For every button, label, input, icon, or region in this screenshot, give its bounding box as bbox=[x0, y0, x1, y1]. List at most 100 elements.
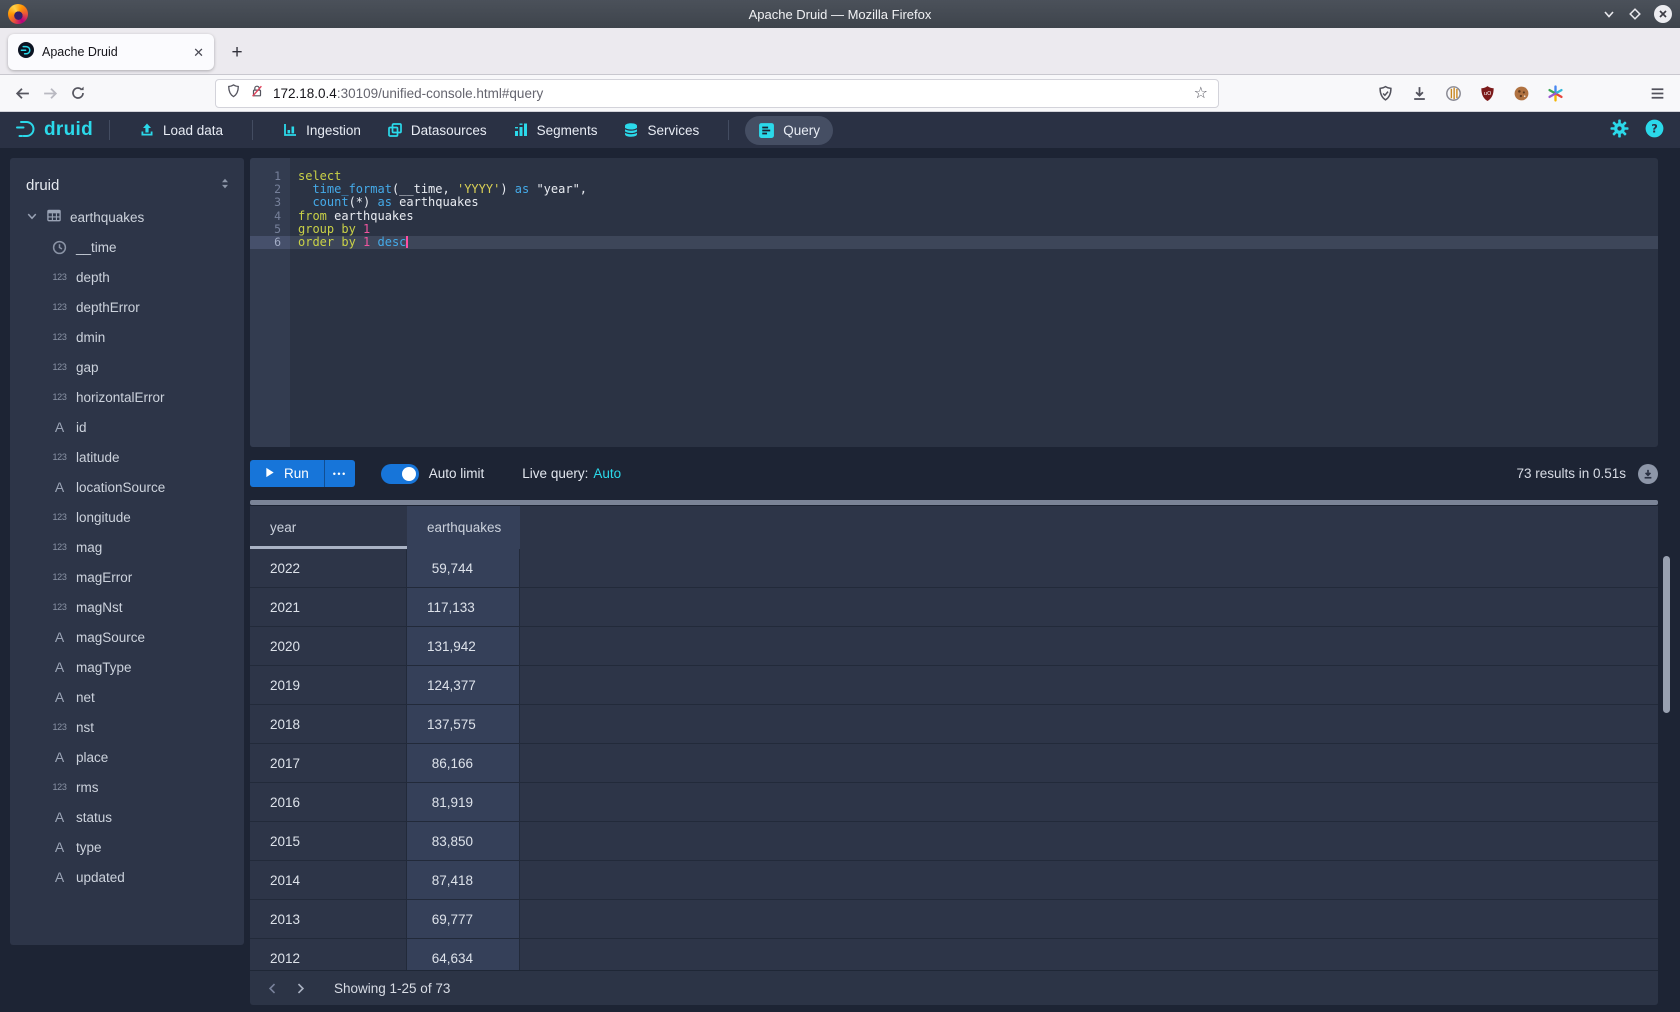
close-icon[interactable] bbox=[1654, 5, 1672, 23]
column-magNst[interactable]: 123magNst bbox=[10, 592, 244, 622]
ublock-extension-icon[interactable]: uO bbox=[1478, 85, 1496, 103]
nav-query[interactable]: Query bbox=[745, 116, 833, 145]
code-line-4[interactable]: from earthquakes bbox=[290, 210, 1658, 223]
editor-code[interactable]: select time_format(__time, 'YYYY') as "y… bbox=[290, 170, 1658, 249]
code-line-2[interactable]: time_format(__time, 'YYYY') as "year", bbox=[290, 183, 1658, 196]
column-magError[interactable]: 123magError bbox=[10, 562, 244, 592]
cell-year[interactable]: 2020 bbox=[250, 627, 407, 665]
cell-year[interactable]: 2014 bbox=[250, 861, 407, 899]
column-__time[interactable]: __time bbox=[10, 232, 244, 262]
column-dmin[interactable]: 123dmin bbox=[10, 322, 244, 352]
url-text[interactable]: 172.18.0.4:30109/unified-console.html#qu… bbox=[273, 86, 1185, 101]
browser-tab[interactable]: Apache Druid ✕ bbox=[8, 34, 214, 70]
datasource-earthquakes[interactable]: earthquakes bbox=[10, 202, 244, 232]
cell-year[interactable]: 2016 bbox=[250, 783, 407, 821]
nav-services[interactable]: Services bbox=[610, 116, 712, 144]
column-list: __time123depth123depthError123dmin123gap… bbox=[10, 232, 244, 892]
download-results-icon[interactable] bbox=[1638, 464, 1658, 484]
nav-segments[interactable]: Segments bbox=[500, 116, 611, 144]
protections-shield-icon[interactable] bbox=[1376, 85, 1394, 103]
column-gap[interactable]: 123gap bbox=[10, 352, 244, 382]
column-nst[interactable]: 123nst bbox=[10, 712, 244, 742]
cell-earthquakes[interactable]: 83,850 bbox=[407, 822, 520, 860]
column-depth[interactable]: 123depth bbox=[10, 262, 244, 292]
auto-limit-toggle[interactable] bbox=[381, 464, 419, 484]
back-icon[interactable] bbox=[8, 79, 36, 107]
sql-editor[interactable]: 123456 select time_format(__time, 'YYYY'… bbox=[250, 158, 1658, 447]
double-caret-sort-icon[interactable] bbox=[218, 176, 232, 194]
page-next-icon[interactable] bbox=[286, 974, 314, 1002]
nav-ingestion[interactable]: Ingestion bbox=[269, 116, 374, 144]
column-header-earthquakes[interactable]: earthquakes bbox=[407, 506, 520, 549]
settings-gear-icon[interactable] bbox=[1610, 119, 1629, 141]
table-row-2018: 2018137,575 bbox=[250, 705, 1658, 744]
cell-earthquakes[interactable]: 81,919 bbox=[407, 783, 520, 821]
column-place[interactable]: Aplace bbox=[10, 742, 244, 772]
cell-year[interactable]: 2015 bbox=[250, 822, 407, 860]
cell-earthquakes[interactable]: 86,166 bbox=[407, 744, 520, 782]
cookie-extension-icon[interactable] bbox=[1512, 85, 1530, 103]
bookmark-star-icon[interactable]: ☆ bbox=[1194, 86, 1208, 102]
column-id[interactable]: Aid bbox=[10, 412, 244, 442]
column-rms[interactable]: 123rms bbox=[10, 772, 244, 802]
run-more-button[interactable]: ••• bbox=[324, 460, 355, 487]
page-prev-icon[interactable] bbox=[258, 974, 286, 1002]
horizontal-scrollbar[interactable] bbox=[250, 500, 1658, 505]
column-header-year[interactable]: year bbox=[250, 506, 407, 549]
reload-icon[interactable] bbox=[64, 79, 92, 107]
druid-logo[interactable]: druid bbox=[14, 117, 93, 144]
vertical-scrollbar[interactable] bbox=[1663, 556, 1670, 713]
cell-earthquakes[interactable]: 64,634 bbox=[407, 939, 520, 970]
column-locationSource[interactable]: AlocationSource bbox=[10, 472, 244, 502]
tab-close-icon[interactable]: ✕ bbox=[193, 46, 204, 59]
new-tab-button[interactable]: + bbox=[224, 40, 250, 66]
url-bar[interactable]: 172.18.0.4:30109/unified-console.html#qu… bbox=[215, 79, 1219, 108]
forward-icon[interactable] bbox=[36, 79, 64, 107]
lock-insecure-icon[interactable] bbox=[250, 83, 264, 104]
containers-extension-icon[interactable] bbox=[1444, 85, 1462, 103]
nav-load-data[interactable]: Load data bbox=[126, 116, 236, 144]
nav-datasources[interactable]: Datasources bbox=[374, 116, 500, 144]
code-line-5[interactable]: group by 1 bbox=[290, 223, 1658, 236]
cell-earthquakes[interactable]: 131,942 bbox=[407, 627, 520, 665]
live-query-value[interactable]: Auto bbox=[593, 466, 621, 481]
column-type[interactable]: Atype bbox=[10, 832, 244, 862]
column-net[interactable]: Anet bbox=[10, 682, 244, 712]
cell-year[interactable]: 2021 bbox=[250, 588, 407, 626]
cell-year[interactable]: 2019 bbox=[250, 666, 407, 704]
cell-earthquakes[interactable]: 137,575 bbox=[407, 705, 520, 743]
chevron-down-icon[interactable] bbox=[26, 210, 38, 225]
code-line-6[interactable]: order by 1 desc bbox=[290, 236, 1658, 249]
cell-earthquakes[interactable]: 117,133 bbox=[407, 588, 520, 626]
column-longitude[interactable]: 123longitude bbox=[10, 502, 244, 532]
schema-header[interactable]: druid bbox=[10, 168, 244, 202]
cell-earthquakes[interactable]: 59,744 bbox=[407, 549, 520, 587]
column-updated[interactable]: Aupdated bbox=[10, 862, 244, 892]
downloads-icon[interactable] bbox=[1410, 85, 1428, 103]
run-button[interactable]: Run bbox=[250, 460, 324, 487]
cell-earthquakes[interactable]: 69,777 bbox=[407, 900, 520, 938]
shield-icon[interactable] bbox=[226, 83, 241, 104]
cell-earthquakes[interactable]: 124,377 bbox=[407, 666, 520, 704]
menu-icon[interactable] bbox=[1649, 75, 1666, 112]
cell-year[interactable]: 2018 bbox=[250, 705, 407, 743]
column-horizontalError[interactable]: 123horizontalError bbox=[10, 382, 244, 412]
column-status[interactable]: Astatus bbox=[10, 802, 244, 832]
code-line-3[interactable]: count(*) as earthquakes bbox=[290, 196, 1658, 209]
minimize-icon[interactable] bbox=[1602, 7, 1616, 21]
cell-year[interactable]: 2012 bbox=[250, 939, 407, 970]
help-icon[interactable]: ? bbox=[1645, 119, 1664, 141]
column-magType[interactable]: AmagType bbox=[10, 652, 244, 682]
cell-year[interactable]: 2013 bbox=[250, 900, 407, 938]
maximize-icon[interactable] bbox=[1628, 7, 1642, 21]
asterisk-extension-icon[interactable] bbox=[1546, 85, 1564, 103]
query-icon bbox=[758, 122, 775, 139]
column-mag[interactable]: 123mag bbox=[10, 532, 244, 562]
cell-earthquakes[interactable]: 87,418 bbox=[407, 861, 520, 899]
browser-toolbar: 172.18.0.4:30109/unified-console.html#qu… bbox=[0, 75, 1680, 112]
column-depthError[interactable]: 123depthError bbox=[10, 292, 244, 322]
column-latitude[interactable]: 123latitude bbox=[10, 442, 244, 472]
cell-year[interactable]: 2017 bbox=[250, 744, 407, 782]
cell-year[interactable]: 2022 bbox=[250, 549, 407, 587]
column-magSource[interactable]: AmagSource bbox=[10, 622, 244, 652]
